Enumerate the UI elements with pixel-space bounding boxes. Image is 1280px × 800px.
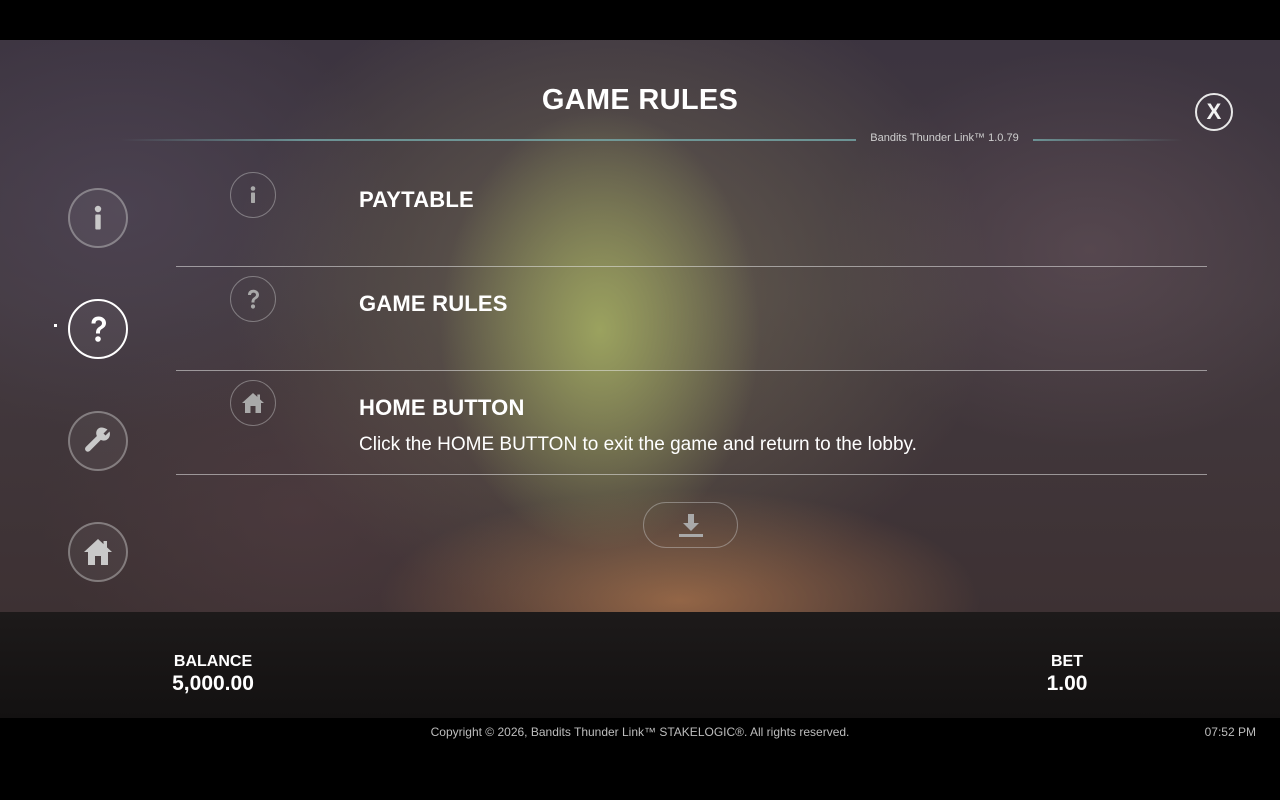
active-indicator-dot xyxy=(54,324,57,327)
row-icon-circle xyxy=(230,380,276,426)
rule-row-home-button: HOME BUTTON Click the HOME BUTTON to exi… xyxy=(176,371,1207,475)
row-icon-circle xyxy=(230,172,276,218)
rule-title: GAME RULES xyxy=(359,291,508,316)
sidebar-item-game-rules[interactable] xyxy=(68,299,128,359)
rule-row-game-rules: GAME RULES xyxy=(176,267,1207,371)
sidebar-item-home[interactable] xyxy=(68,522,128,582)
clock-time: 07:52 PM xyxy=(1204,725,1256,739)
title-divider-left xyxy=(120,139,856,141)
row-icon-circle xyxy=(230,276,276,322)
footer-bar: Copyright © 2026, Bandits Thunder Link™ … xyxy=(0,718,1280,800)
top-bar xyxy=(0,0,1280,40)
rule-description: Click the HOME BUTTON to exit the game a… xyxy=(359,434,917,455)
balance-value: 5,000.00 xyxy=(172,672,254,695)
bet-label: BET xyxy=(1051,653,1083,670)
info-icon xyxy=(94,205,102,230)
balance-display: BALANCE 5,000.00 xyxy=(133,653,293,696)
download-button[interactable] xyxy=(643,502,738,548)
balance-label: BALANCE xyxy=(173,653,253,670)
home-icon xyxy=(242,393,264,413)
download-icon xyxy=(678,514,703,537)
question-icon xyxy=(91,316,106,342)
copyright-text: Copyright © 2026, Bandits Thunder Link™ … xyxy=(430,725,850,739)
bottom-status-panel: BALANCE 5,000.00 BET 1.00 xyxy=(0,612,1280,718)
page-title: GAME RULES xyxy=(541,84,739,116)
rule-row-paytable: PAYTABLE xyxy=(176,163,1207,267)
sidebar-item-info[interactable] xyxy=(68,188,128,248)
wrench-icon xyxy=(85,427,110,452)
rule-title: HOME BUTTON xyxy=(359,395,525,420)
home-icon xyxy=(84,539,112,565)
close-button[interactable]: X xyxy=(1195,93,1233,131)
version-label: Bandits Thunder Link™ 1.0.79 xyxy=(870,132,1019,144)
title-divider-right xyxy=(1033,139,1183,141)
game-rules-overlay: GAME RULES X Bandits Thunder Link™ 1.0.7… xyxy=(0,40,1280,612)
question-icon xyxy=(248,289,259,309)
bet-display: BET 1.00 xyxy=(987,653,1147,696)
bet-value: 1.00 xyxy=(1046,672,1088,695)
info-icon xyxy=(250,186,256,203)
sidebar-item-settings[interactable] xyxy=(68,411,128,471)
rule-title: PAYTABLE xyxy=(359,187,474,212)
